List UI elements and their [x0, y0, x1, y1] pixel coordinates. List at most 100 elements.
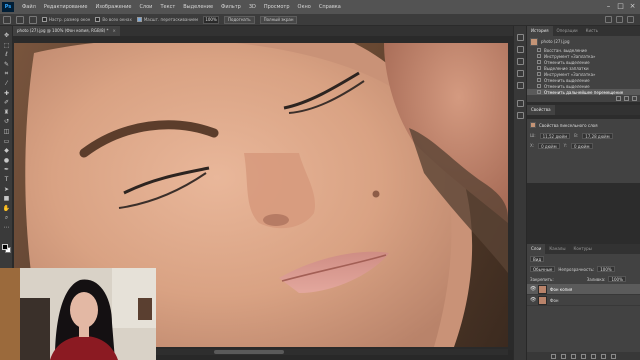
close-tab-icon[interactable]: × — [112, 26, 115, 36]
tab-brush[interactable]: Кисть — [582, 26, 602, 36]
lasso-tool-icon[interactable]: ℓ — [2, 51, 11, 58]
add-mask-icon[interactable] — [571, 353, 576, 359]
tab-channels[interactable]: Каналы — [545, 244, 569, 254]
layer-row[interactable]: 👁 Фон копия — [527, 284, 640, 295]
brush-tool-icon[interactable]: ✐ — [2, 99, 11, 106]
zoom-level-field[interactable]: 100% — [203, 15, 220, 24]
dodge-tool-icon[interactable]: ● — [2, 157, 11, 164]
menu-layer[interactable]: Слои — [135, 4, 156, 10]
fit-screen-button[interactable]: Подогнать — [224, 15, 255, 24]
history-panel-icon[interactable] — [517, 34, 524, 41]
height-field[interactable]: 17,28 дюйм — [582, 133, 613, 139]
eraser-tool-icon[interactable]: ◫ — [2, 128, 11, 135]
more-tools-icon[interactable]: ⋯ — [2, 224, 11, 231]
opacity-label: Непрозрачность: — [558, 266, 595, 272]
visibility-eye-icon[interactable]: 👁 — [530, 297, 536, 303]
zoom-out-icon[interactable] — [29, 15, 37, 24]
layer-name[interactable]: Фон — [550, 298, 559, 303]
minimize-button[interactable]: – — [604, 2, 613, 11]
menu-3d[interactable]: 3D — [245, 4, 260, 10]
tab-paths[interactable]: Контуры — [569, 244, 595, 254]
properties-panel-icon[interactable] — [517, 100, 524, 107]
new-snapshot-icon[interactable] — [624, 96, 629, 101]
menu-type[interactable]: Текст — [156, 4, 179, 10]
blend-mode-select[interactable]: Обычные — [530, 266, 556, 272]
all-windows-checkbox[interactable]: Во всех окнах — [95, 17, 132, 22]
menu-file[interactable]: Файл — [18, 4, 40, 10]
menu-image[interactable]: Изображение — [91, 4, 135, 10]
scrollbar-thumb[interactable] — [214, 350, 284, 354]
properties-panel-tabs: Свойства — [527, 105, 640, 115]
properties-title: Свойства пиксельного слоя — [539, 122, 598, 128]
gradient-tool-icon[interactable]: ▭ — [2, 138, 11, 145]
visibility-eye-icon[interactable]: 👁 — [530, 286, 536, 292]
adjustments-panel-icon[interactable] — [517, 70, 524, 77]
foreground-color-swatch[interactable] — [2, 244, 8, 250]
layer-style-icon[interactable] — [561, 353, 566, 359]
crop-tool-icon[interactable]: ⌗ — [2, 70, 11, 77]
menu-filter[interactable]: Фильтр — [217, 4, 245, 10]
menu-edit[interactable]: Редактирование — [40, 4, 92, 10]
move-tool-icon[interactable]: ✥ — [2, 32, 11, 39]
zoom-tool-preset-icon[interactable] — [3, 15, 11, 24]
lock-label: Закрепить: — [530, 276, 554, 282]
new-layer-icon[interactable] — [601, 353, 606, 359]
zoom-tool-icon[interactable]: ⌕ — [2, 214, 11, 221]
fill-screen-button[interactable]: Полный экран — [259, 15, 298, 24]
paragraph-panel-icon[interactable] — [517, 112, 524, 119]
adjustment-layer-icon[interactable] — [581, 353, 586, 359]
menu-window[interactable]: Окно — [294, 4, 315, 10]
brush-panel-icon[interactable] — [517, 58, 524, 65]
path-select-tool-icon[interactable]: ➤ — [2, 186, 11, 193]
group-icon[interactable] — [591, 353, 596, 359]
delete-state-icon[interactable] — [632, 96, 637, 101]
marquee-tool-icon[interactable]: ⬚ — [2, 42, 11, 49]
menu-select[interactable]: Выделение — [179, 4, 217, 10]
tab-actions[interactable]: Операции — [553, 26, 582, 36]
search-icon[interactable] — [605, 16, 612, 23]
layer-filter-select[interactable]: Вид — [530, 256, 545, 262]
delete-layer-icon[interactable] — [611, 353, 616, 359]
history-state-icon — [537, 66, 541, 70]
pen-tool-icon[interactable]: ✒ — [2, 166, 11, 173]
type-tool-icon[interactable]: T — [2, 176, 11, 183]
layer-row[interactable]: 👁 Фон — [527, 295, 640, 306]
workspace-icon[interactable] — [616, 16, 623, 23]
history-snapshot[interactable]: photo (27).jpg — [527, 36, 640, 47]
snapshot-thumbnail — [530, 37, 538, 46]
y-field[interactable]: 0 дюйм — [570, 143, 593, 149]
share-icon[interactable] — [627, 16, 634, 23]
scrubby-zoom-checkbox[interactable]: Масшт. перетаскиванием — [136, 17, 198, 22]
close-button[interactable]: × — [628, 2, 637, 11]
history-state-icon — [537, 84, 541, 88]
blur-tool-icon[interactable]: ◆ — [2, 147, 11, 154]
width-field[interactable]: 11,52 дюйм — [539, 133, 571, 139]
new-document-from-state-icon[interactable] — [616, 96, 621, 101]
healing-brush-tool-icon[interactable]: ✚ — [2, 90, 11, 97]
tab-history[interactable]: История — [527, 26, 553, 36]
tab-layers[interactable]: Слои — [527, 244, 546, 254]
history-brush-tool-icon[interactable]: ↺ — [2, 118, 11, 125]
shape-tool-icon[interactable]: ■ — [2, 195, 11, 202]
tab-properties[interactable]: Свойства — [527, 105, 555, 115]
eyedropper-tool-icon[interactable]: ⁄ — [2, 80, 11, 87]
link-layers-icon[interactable] — [551, 353, 556, 359]
x-field[interactable]: 0 дюйм — [538, 143, 560, 149]
zoom-in-icon[interactable] — [16, 15, 24, 24]
color-panel-icon[interactable] — [517, 82, 524, 89]
y-label: Y: — [563, 143, 567, 148]
menu-view[interactable]: Просмотр — [260, 4, 294, 10]
actions-panel-icon[interactable] — [517, 46, 524, 53]
clone-stamp-tool-icon[interactable]: ♜ — [2, 109, 11, 116]
fill-field[interactable]: 100% — [608, 276, 626, 282]
maximize-button[interactable]: □ — [616, 2, 625, 11]
history-state-icon — [537, 48, 541, 52]
quick-select-tool-icon[interactable]: ✎ — [2, 61, 11, 68]
layer-name[interactable]: Фон копия — [550, 287, 572, 292]
menu-help[interactable]: Справка — [315, 4, 345, 10]
hand-tool-icon[interactable]: ✋ — [2, 205, 11, 212]
history-state[interactable]: Отменить дальнейшее перемещение — [527, 89, 640, 95]
opacity-field[interactable]: 100% — [597, 266, 615, 272]
resize-windows-checkbox[interactable]: Настр. размер окон — [42, 17, 90, 22]
document-tab[interactable]: photo (27).jpg @ 100% (Фон копия, RGB/8)… — [13, 26, 120, 36]
